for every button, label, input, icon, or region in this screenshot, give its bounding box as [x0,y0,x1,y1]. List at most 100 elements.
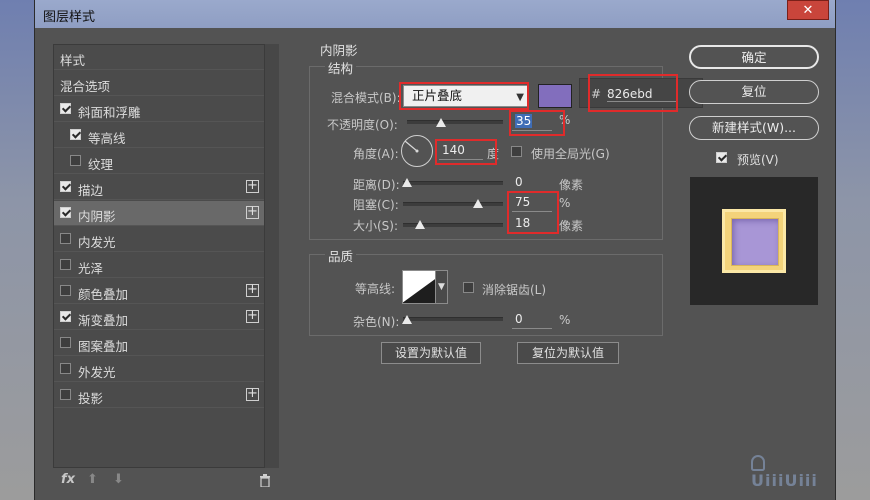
highlight-choke-size [507,191,559,234]
global-light-label: 使用全局光(G) [531,147,610,161]
style-item[interactable]: 内发光 [54,227,264,252]
style-item-checkbox[interactable] [60,389,71,400]
contour-dropdown[interactable]: ▼ [435,270,448,304]
styles-list: 样式混合选项斜面和浮雕等高线纹理描边 + 内阴影 + 内发光光泽颜色叠加 + 渐变叠加 + 图案… [53,44,265,468]
style-item-label: 样式 [60,53,86,68]
layer-style-dialog: 图层样式 ✕ 样式混合选项斜面和浮雕等高线纹理描边 + 内阴影 + 内发光光泽颜色叠加 +… [34,0,836,500]
highlight-angle [435,139,497,165]
preview-label: 预览(V) [737,153,779,167]
highlight-blend-mode [399,82,529,110]
noise-slider-thumb[interactable] [402,315,412,324]
blend-mode-label: 混合模式(B): [331,91,401,105]
window-title: 图层样式 [43,10,96,25]
close-button[interactable]: ✕ [787,0,829,20]
style-item-checkbox[interactable] [60,363,71,374]
distance-unit: 像素 [559,178,584,192]
style-item-label: 纹理 [88,157,114,172]
distance-slider[interactable] [403,181,503,185]
noise-slider[interactable] [403,317,503,321]
style-item-checkbox[interactable] [60,259,71,270]
reset-button[interactable]: 复位 [689,80,819,104]
antialias-checkbox[interactable] [463,282,474,293]
move-up-icon[interactable]: ⬆ [87,472,98,487]
style-item-checkbox[interactable] [60,207,71,218]
style-item[interactable]: 等高线 [54,123,264,148]
choke-slider-thumb[interactable] [473,199,483,208]
distance-label: 距离(D): [353,178,400,192]
style-item-checkbox[interactable] [60,233,71,244]
style-item-checkbox[interactable] [60,337,71,348]
style-item-checkbox[interactable] [60,181,71,192]
styles-list-footer: fx ⬆ ⬇ [53,470,273,492]
style-item-label: 斜面和浮雕 [78,105,141,120]
quality-title: 品质 [325,246,357,265]
choke-slider[interactable] [403,202,503,206]
opacity-slider[interactable] [407,120,503,124]
style-item[interactable]: 投影 + [54,383,264,408]
size-unit: 像素 [559,219,584,233]
contour-label: 等高线: [355,282,396,296]
preview-checkbox[interactable] [716,152,727,163]
style-preview [690,177,818,305]
style-item-label: 图案叠加 [78,339,129,354]
style-item-label: 外发光 [78,365,116,380]
add-instance-icon[interactable]: + [246,179,259,193]
style-item-label: 内阴影 [78,209,116,224]
style-item-checkbox[interactable] [70,155,81,166]
shadow-color-swatch[interactable] [538,84,572,108]
angle-dial[interactable] [401,135,433,167]
new-style-button[interactable]: 新建样式(W)... [689,116,819,140]
style-item-checkbox[interactable] [60,285,71,296]
distance-slider-thumb[interactable] [402,178,412,187]
style-item[interactable]: 光泽 [54,253,264,278]
opacity-slider-thumb[interactable] [436,118,446,127]
add-instance-icon[interactable]: + [246,309,259,323]
size-slider-thumb[interactable] [415,220,425,229]
set-default-button[interactable]: 设置为默认值 [381,342,481,364]
lightbulb-icon [751,454,765,471]
move-down-icon[interactable]: ⬇ [113,472,124,487]
style-item[interactable]: 样式 [54,45,264,70]
styles-list-scrollbar[interactable] [265,44,279,468]
preview-frame [722,209,786,273]
style-item[interactable]: 图案叠加 [54,331,264,356]
style-item[interactable]: 斜面和浮雕 [54,97,264,122]
noise-unit: % [559,313,571,327]
style-item[interactable]: 描边 + [54,175,264,200]
style-item-checkbox[interactable] [70,129,81,140]
style-item[interactable]: 纹理 [54,149,264,174]
style-item[interactable]: 外发光 [54,357,264,382]
choke-label: 阻塞(C): [353,198,399,212]
trash-icon[interactable] [259,474,271,491]
structure-title: 结构 [325,58,357,77]
add-instance-icon[interactable]: + [246,387,259,401]
opacity-label: 不透明度(O): [327,118,398,132]
add-instance-icon[interactable]: + [246,283,259,297]
noise-input[interactable]: 0 [512,311,552,329]
style-item[interactable]: 混合选项 [54,71,264,96]
style-item-label: 投影 [78,391,104,406]
style-item-label: 混合选项 [60,79,111,94]
style-item[interactable]: 颜色叠加 + [54,279,264,304]
chevron-down-icon: ▼ [438,282,445,292]
style-item-label: 描边 [78,183,104,198]
choke-unit: % [559,196,571,210]
noise-label: 杂色(N): [353,315,400,329]
highlight-opacity [509,110,565,136]
size-label: 大小(S): [353,219,399,233]
add-instance-icon[interactable]: + [246,205,259,219]
reset-default-button[interactable]: 复位为默认值 [517,342,619,364]
style-item[interactable]: 内阴影 + [54,201,264,226]
style-item-checkbox[interactable] [60,103,71,114]
style-item-label: 光泽 [78,261,104,276]
title-bar: 图层样式 ✕ [35,0,835,28]
distance-input[interactable]: 0 [512,174,552,192]
preview-inner [731,218,779,266]
ok-button[interactable]: 确定 [689,45,819,69]
highlight-hex-value [588,74,678,112]
style-item-checkbox[interactable] [60,311,71,322]
style-item[interactable]: 渐变叠加 + [54,305,264,330]
watermark-logo: UiiiUiii [751,452,835,490]
fx-icon[interactable]: fx [61,472,75,487]
global-light-checkbox[interactable] [511,146,522,157]
